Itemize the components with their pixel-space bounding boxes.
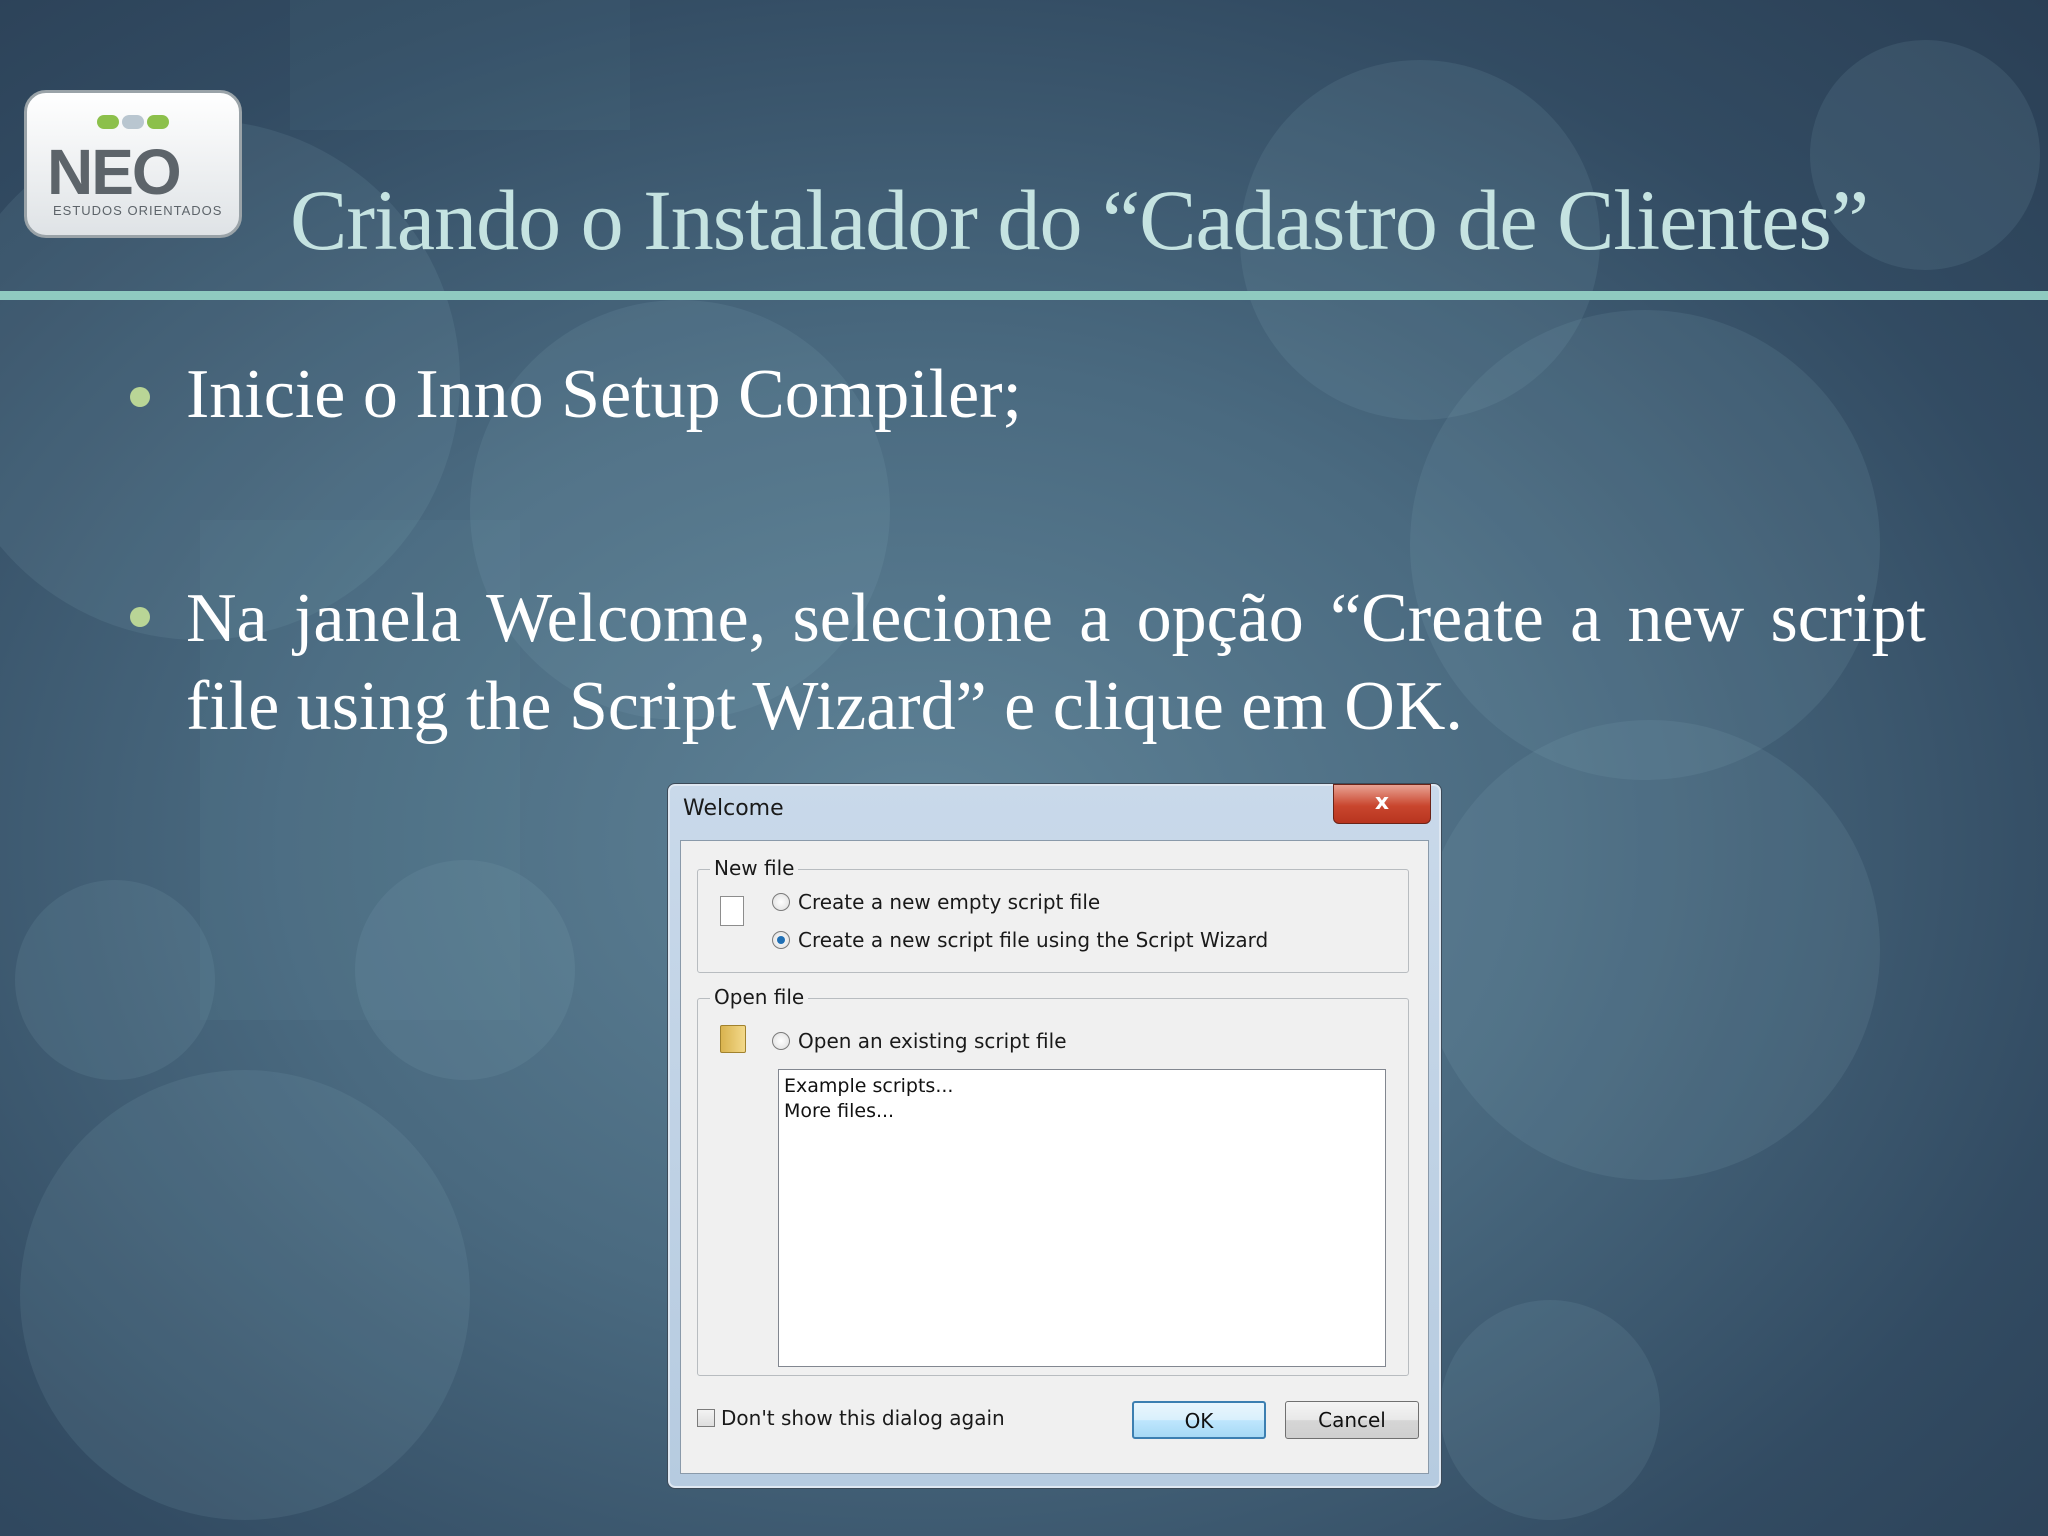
decor-rect: [290, 0, 630, 130]
logo-dots: [97, 115, 172, 134]
folder-icon: [720, 1025, 746, 1053]
list-item[interactable]: More files...: [779, 1099, 1385, 1124]
recent-files-list[interactable]: Example scripts... More files...: [778, 1069, 1386, 1367]
decor-circle: [20, 1070, 470, 1520]
radio-label: Open an existing script file: [798, 1029, 1067, 1053]
radio-label: Create a new empty script file: [798, 890, 1101, 914]
document-icon: [720, 896, 744, 926]
list-item[interactable]: Example scripts...: [779, 1074, 1385, 1099]
new-file-group: New file Create a new empty script file …: [697, 856, 1409, 973]
title-underline: [0, 291, 2048, 300]
bullet-dot: [130, 387, 150, 407]
radio-empty-script[interactable]: Create a new empty script file: [772, 890, 1100, 914]
checkbox-label: Don't show this dialog again: [721, 1406, 1005, 1430]
decor-circle: [15, 880, 215, 1080]
decor-circle: [1420, 720, 1880, 1180]
radio-button-checked[interactable]: [772, 931, 790, 949]
open-file-group: Open file Open an existing script file E…: [697, 985, 1409, 1376]
radio-open-existing[interactable]: Open an existing script file: [772, 1029, 1067, 1053]
new-file-label: New file: [710, 856, 799, 880]
neo-logo: NEO ESTUDOS ORIENTADOS: [24, 90, 242, 238]
logo-subtext: ESTUDOS ORIENTADOS: [53, 203, 223, 218]
radio-label: Create a new script file using the Scrip…: [798, 928, 1269, 952]
bullet-dot: [130, 607, 150, 627]
decor-circle: [1440, 1300, 1660, 1520]
radio-button[interactable]: [772, 893, 790, 911]
logo-text: NEO: [47, 136, 182, 208]
ok-button[interactable]: OK: [1132, 1401, 1266, 1439]
dont-show-again[interactable]: Don't show this dialog again: [697, 1406, 1005, 1430]
cancel-button[interactable]: Cancel: [1285, 1401, 1419, 1439]
radio-script-wizard[interactable]: Create a new script file using the Scrip…: [772, 928, 1268, 952]
bullet-text: Na janela Welcome, selecione a opção “Cr…: [186, 580, 1926, 745]
slide-title: Criando o Instalador do “Cadastro de Cli…: [290, 172, 1869, 268]
checkbox[interactable]: [697, 1409, 715, 1427]
radio-button[interactable]: [772, 1032, 790, 1050]
dialog-title: Welcome: [683, 796, 784, 821]
dialog-client-area: New file Create a new empty script file …: [680, 840, 1429, 1474]
close-button[interactable]: x: [1333, 784, 1431, 824]
bullet-text: Inicie o Inno Setup Compiler;: [186, 356, 1022, 433]
welcome-dialog: Welcome x New file Create a new empty sc…: [667, 783, 1442, 1489]
open-file-label: Open file: [710, 985, 809, 1009]
